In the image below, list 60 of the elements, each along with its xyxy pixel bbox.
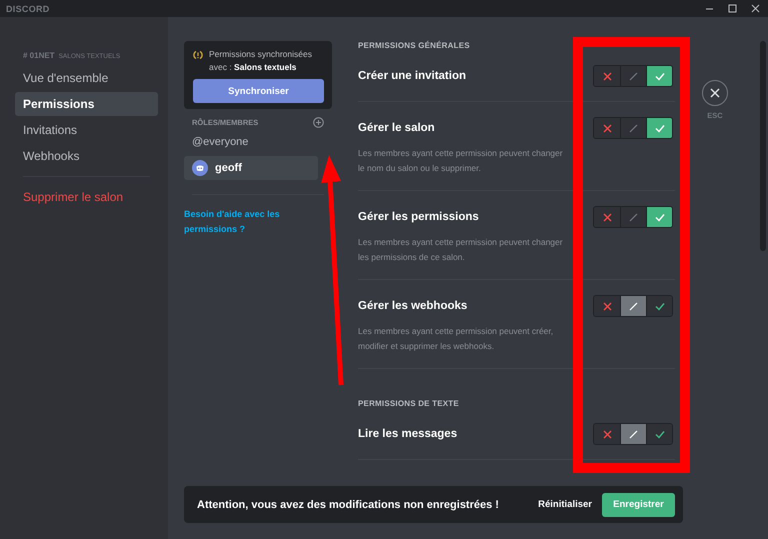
sidebar-item[interactable]: Invitations — [15, 118, 158, 142]
deny-button[interactable] — [594, 66, 620, 86]
neutral-button[interactable] — [620, 424, 646, 444]
deny-button[interactable] — [594, 207, 620, 227]
check-icon — [654, 124, 664, 132]
section-heading: PERMISSIONS GÉNÉRALES — [358, 41, 471, 50]
slash-icon — [629, 302, 638, 310]
close-icon[interactable] — [751, 4, 760, 13]
section-heading: PERMISSIONS DE TEXTE — [358, 399, 460, 408]
sidebar-item[interactable]: Vue d'ensemble — [15, 66, 158, 90]
role-item[interactable]: geoff — [184, 156, 318, 180]
permission-description: Les membres ayant cette permission peuvent changer le nom du salon ou le supprimer. — [358, 147, 563, 175]
role-name: @everyone — [192, 136, 248, 148]
permission-title: Lire les messages — [358, 428, 458, 440]
slash-icon — [629, 212, 638, 222]
slash-icon — [629, 72, 638, 80]
sync-message: Permissions synchronisées avec : Salons textuels — [209, 48, 313, 74]
permission-title: Gérer le salon — [358, 122, 435, 134]
permission-title: Gérer les webhooks — [358, 300, 468, 312]
add-icon[interactable] — [313, 117, 324, 128]
permission-title: Créer une invitation — [358, 70, 466, 82]
permission-title: Gérer les permissions — [358, 211, 479, 223]
allow-button[interactable] — [646, 296, 672, 316]
delete-channel-item[interactable]: Supprimer le salon — [15, 185, 158, 209]
allow-button[interactable] — [646, 207, 672, 227]
help-link[interactable]: Besoin d'aide avec les permissions ? — [184, 207, 294, 237]
reset-button[interactable]: Réinitialiser — [534, 495, 596, 514]
sidebar-item[interactable]: Webhooks — [15, 144, 158, 168]
deny-button[interactable] — [594, 118, 620, 138]
deny-button[interactable] — [594, 296, 620, 316]
maximize-icon[interactable] — [728, 4, 737, 13]
cross-icon — [602, 212, 612, 222]
role-item[interactable]: @everyone — [184, 130, 318, 154]
channel-name: # 01NET — [23, 51, 55, 60]
role-name: geoff — [215, 162, 242, 174]
allow-button[interactable] — [646, 118, 672, 138]
permission-description: Les membres ayant cette permission peuvent créer, modifier et supprimer les webhooks. — [358, 325, 554, 353]
cross-icon — [602, 72, 612, 80]
slash-icon — [629, 430, 638, 438]
deny-button[interactable] — [594, 424, 620, 444]
close-button[interactable] — [702, 80, 728, 106]
check-icon — [654, 212, 664, 222]
close-icon — [710, 88, 720, 98]
sync-icon — [193, 50, 203, 60]
check-icon — [654, 302, 664, 310]
allow-button[interactable] — [646, 424, 672, 444]
slash-icon — [629, 124, 638, 132]
avatar-icon — [192, 160, 208, 176]
cross-icon — [602, 430, 612, 438]
neutral-button[interactable] — [620, 296, 646, 316]
scrollbar[interactable] — [760, 41, 766, 251]
allow-button[interactable] — [646, 66, 672, 86]
unsaved-message: Attention, vous avez des modifications non enregistrées ! — [197, 498, 500, 510]
sidebar-item[interactable]: Permissions — [15, 92, 158, 116]
permission-description: Les membres ayant cette permission peuvent changer les permissions de ce salon. — [358, 236, 563, 264]
cross-icon — [602, 124, 612, 132]
check-icon — [654, 430, 664, 438]
check-icon — [654, 72, 664, 80]
cross-icon — [602, 302, 612, 310]
app-logo: DISCORD — [6, 4, 50, 14]
